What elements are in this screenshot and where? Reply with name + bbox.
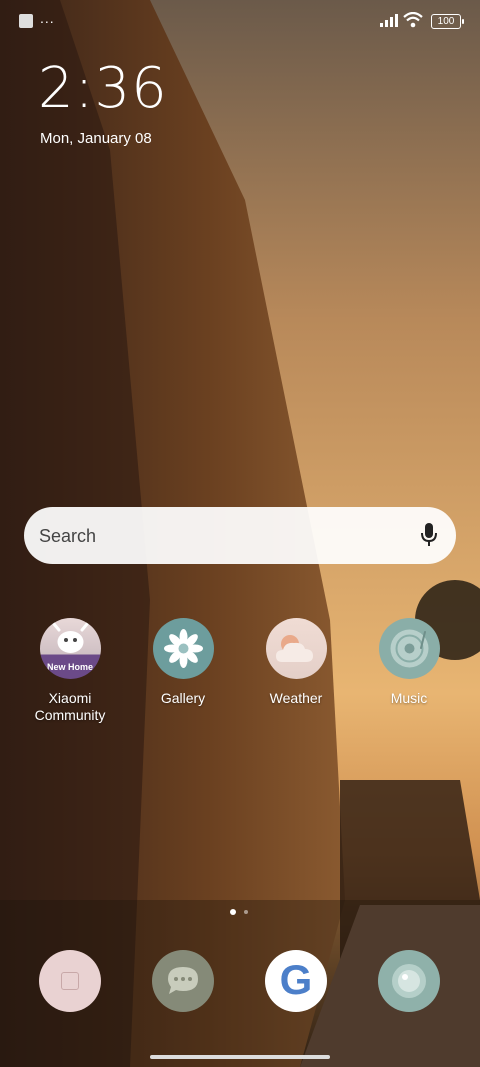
clock-date[interactable]: Mon, January 08 — [40, 130, 152, 147]
music-disc-icon — [378, 618, 440, 679]
page-indicator — [244, 910, 248, 914]
app-music[interactable]: Music — [359, 618, 459, 707]
xiaomi-community-icon: New Home — [39, 618, 101, 679]
messages-icon[interactable] — [152, 950, 214, 1012]
app-label: Gallery — [160, 690, 206, 706]
weather-cloud-icon — [265, 618, 327, 679]
app-weather[interactable]: Weather — [246, 618, 346, 707]
page-indicator-active — [230, 909, 236, 915]
google-icon[interactable]: G — [265, 950, 327, 1012]
home-indicator[interactable] — [150, 1055, 330, 1059]
app-xiaomi-community[interactable]: New Home Xiaomi Community — [20, 618, 120, 724]
microphone-icon[interactable] — [420, 522, 438, 548]
app-label: Music — [390, 690, 428, 706]
search-bar[interactable]: Search — [24, 507, 456, 564]
status-bar: ... 100 — [0, 0, 480, 40]
google-letter: G — [279, 956, 313, 1003]
search-placeholder: Search — [39, 526, 97, 546]
app-label: Weather — [269, 690, 323, 706]
signal-icon — [380, 14, 398, 27]
themes-icon[interactable] — [39, 950, 101, 1012]
new-home-badge: New Home — [46, 662, 93, 672]
clock-time[interactable]: 2:36 — [38, 56, 168, 121]
more-notifications-indicator: ... — [40, 10, 55, 26]
notification-icon — [19, 14, 33, 28]
camera-icon[interactable] — [378, 950, 440, 1012]
app-gallery[interactable]: Gallery — [133, 618, 233, 707]
app-label: Xiaomi Community — [34, 690, 106, 723]
wifi-icon — [403, 12, 423, 28]
battery-indicator: 100 — [431, 14, 464, 29]
gallery-flower-icon — [152, 618, 214, 679]
